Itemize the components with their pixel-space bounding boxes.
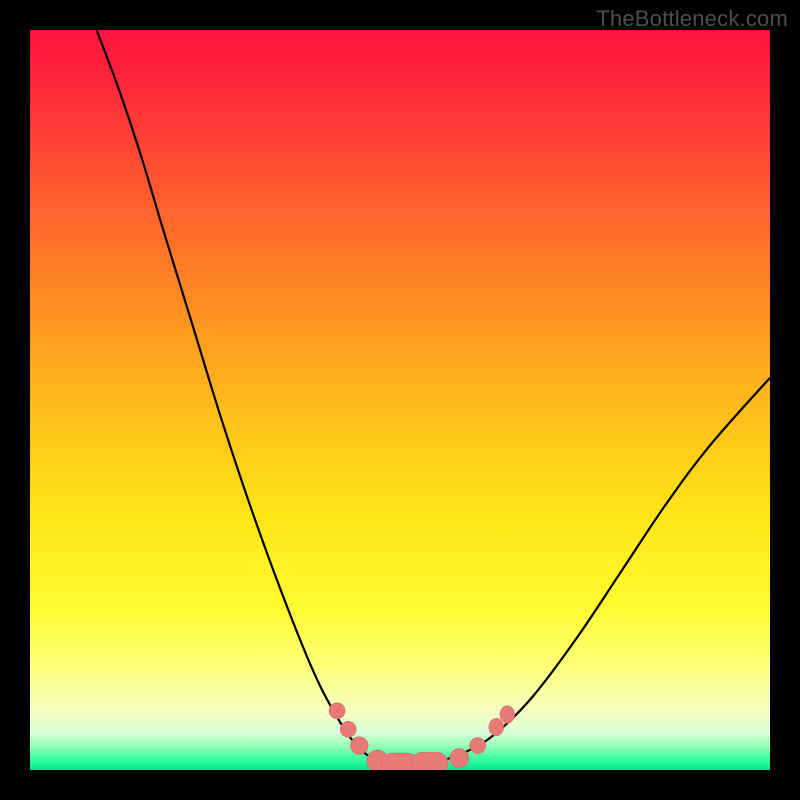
curve-marker	[350, 737, 368, 755]
plot-frame	[30, 30, 770, 770]
left-curve	[97, 30, 400, 764]
curve-marker	[470, 737, 486, 753]
marker-group	[329, 703, 515, 770]
curve-marker	[500, 706, 515, 724]
curve-marker	[329, 703, 345, 719]
right-curve	[400, 378, 770, 764]
curve-marker	[340, 721, 356, 737]
curve-marker	[489, 718, 504, 736]
bottleneck-curve-svg	[30, 30, 770, 770]
curve-marker	[450, 749, 469, 768]
curve-marker	[411, 752, 448, 770]
attribution-text: TheBottleneck.com	[596, 6, 788, 32]
